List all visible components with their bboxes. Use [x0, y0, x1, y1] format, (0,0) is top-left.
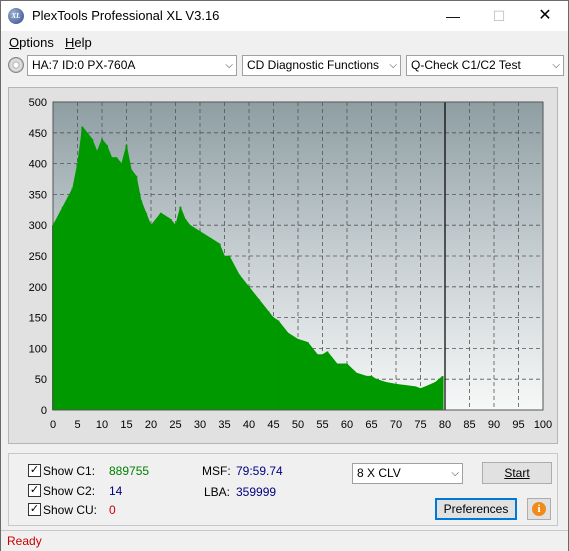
- chevron-down-icon: ⌵: [451, 468, 459, 479]
- x-tick-label: 100: [534, 419, 552, 431]
- y-tick-label: 400: [29, 159, 47, 171]
- toolbar: HA:7 ID:0 PX-760A ⌵ CD Diagnostic Functi…: [1, 54, 568, 78]
- menu-options[interactable]: Options: [9, 35, 54, 50]
- drive-select[interactable]: HA:7 ID:0 PX-760A ⌵: [27, 55, 237, 76]
- maximize-button[interactable]: ☐: [476, 1, 522, 31]
- x-tick-label: 45: [267, 419, 279, 431]
- menu-help[interactable]: Help: [65, 35, 92, 50]
- drive-select-value: HA:7 ID:0 PX-760A: [32, 58, 136, 72]
- status-bar: Ready: [1, 530, 568, 551]
- function-select-value: CD Diagnostic Functions: [247, 58, 380, 72]
- x-tick-label: 5: [74, 419, 80, 431]
- speed-select-value: 8 X CLV: [357, 466, 401, 480]
- close-button[interactable]: ✕: [522, 1, 568, 31]
- status-text: Ready: [7, 534, 42, 548]
- show-c2-label: Show C2:: [43, 484, 96, 498]
- x-tick-label: 35: [218, 419, 230, 431]
- disc-icon: [8, 57, 24, 73]
- x-tick-label: 60: [341, 419, 353, 431]
- y-tick-label: 300: [29, 220, 47, 232]
- c1-c2-chart: 0 5 10 15 20 25 30 35 40 45 50 55 60 65 70 75 80 85 90 95 10…: [29, 97, 553, 431]
- start-button-label: Start: [504, 466, 530, 480]
- msf-value: 79:59.74: [236, 464, 283, 478]
- show-c1-label: Show C1:: [43, 464, 96, 478]
- x-tick-label: 40: [243, 419, 255, 431]
- title-bar: XL PlexTools Professional XL V3.16 — ☐ ✕: [1, 1, 568, 31]
- chevron-down-icon: ⌵: [389, 60, 397, 71]
- test-select-value: Q-Check C1/C2 Test: [411, 58, 521, 72]
- c1-count: 889755: [109, 464, 150, 478]
- x-tick-label: 65: [365, 419, 377, 431]
- y-tick-label: 0: [41, 405, 47, 417]
- y-tick-label: 450: [29, 128, 47, 140]
- lba-label: LBA:: [204, 485, 231, 499]
- preferences-button-label: Preferences: [443, 502, 509, 516]
- y-tick-label: 350: [29, 189, 47, 201]
- x-tick-label: 0: [50, 419, 56, 431]
- x-tick-label: 30: [194, 419, 206, 431]
- window-title: PlexTools Professional XL V3.16: [32, 8, 220, 23]
- x-tick-label: 15: [120, 419, 132, 431]
- start-button[interactable]: Start: [482, 462, 552, 484]
- speed-select[interactable]: 8 X CLV ⌵: [352, 463, 463, 484]
- x-tick-label: 70: [390, 419, 402, 431]
- y-tick-label: 50: [35, 374, 47, 386]
- chart-panel: 0 5 10 15 20 25 30 35 40 45 50 55 60 65 70 75 80 85 90 95 10…: [8, 87, 558, 444]
- info-icon: i: [532, 502, 546, 516]
- info-button[interactable]: i: [527, 498, 551, 520]
- menu-bar: Options Help: [1, 32, 568, 52]
- app-window: XL PlexTools Professional XL V3.16 — ☐ ✕…: [0, 0, 569, 551]
- minimize-button[interactable]: —: [430, 1, 476, 31]
- x-tick-label: 95: [512, 419, 524, 431]
- x-tick-label: 75: [414, 419, 426, 431]
- options-panel: ✓ Show C1: 889755 ✓ Show C2: 14 ✓ Show C…: [8, 453, 558, 526]
- y-tick-label: 150: [29, 313, 47, 325]
- x-tick-label: 90: [488, 419, 500, 431]
- show-cu-label: Show CU:: [43, 503, 98, 517]
- x-tick-label: 10: [96, 419, 108, 431]
- y-tick-label: 500: [29, 97, 47, 109]
- y-tick-label: 250: [29, 251, 47, 263]
- x-tick-label: 85: [463, 419, 475, 431]
- preferences-button[interactable]: Preferences: [435, 498, 517, 520]
- x-tick-label: 80: [439, 419, 451, 431]
- test-select[interactable]: Q-Check C1/C2 Test ⌵: [406, 55, 564, 76]
- x-tick-label: 55: [316, 419, 328, 431]
- function-select[interactable]: CD Diagnostic Functions ⌵: [242, 55, 401, 76]
- chevron-down-icon: ⌵: [225, 60, 233, 71]
- lba-value: 359999: [236, 485, 277, 499]
- x-tick-label: 25: [169, 419, 181, 431]
- x-tick-label: 50: [292, 419, 304, 431]
- y-tick-label: 100: [29, 343, 47, 355]
- show-cu-checkbox[interactable]: ✓: [28, 503, 41, 516]
- chevron-down-icon: ⌵: [552, 60, 560, 71]
- show-c1-checkbox[interactable]: ✓: [28, 464, 41, 477]
- show-c2-checkbox[interactable]: ✓: [28, 484, 41, 497]
- c2-count: 14: [109, 484, 123, 498]
- msf-label: MSF:: [202, 464, 231, 478]
- app-logo-icon: XL: [8, 8, 24, 24]
- cu-count: 0: [109, 503, 116, 517]
- x-tick-label: 20: [145, 419, 157, 431]
- y-tick-label: 200: [29, 282, 47, 294]
